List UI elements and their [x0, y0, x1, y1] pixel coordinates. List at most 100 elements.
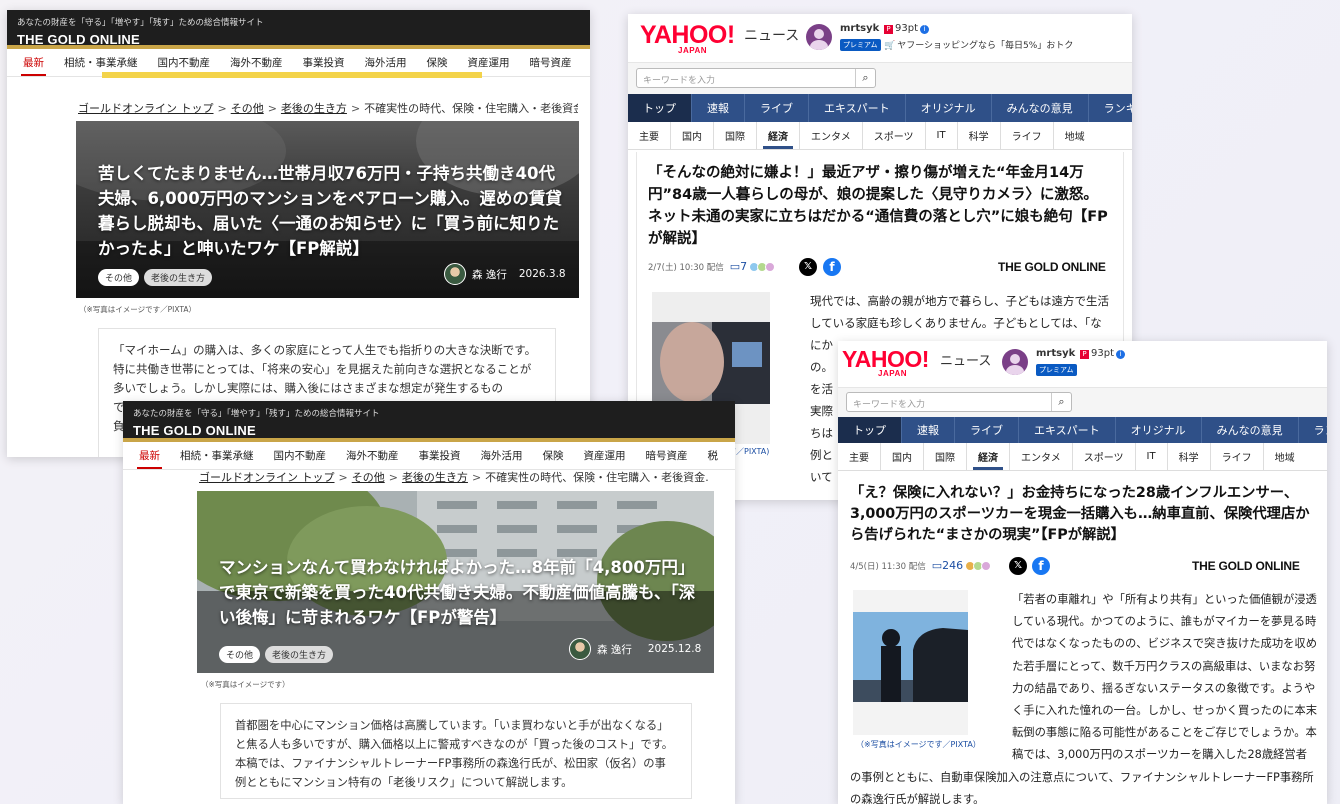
user-name-2[interactable]: mrtsyk: [1036, 348, 1075, 359]
tab-breaking[interactable]: 速報: [692, 94, 745, 122]
lead-box-2: 首都圏を中心にマンション価格は高騰しています。「いま買わないと手が出なくなる」と…: [220, 703, 692, 799]
author-1: 森 逸行 2026.3.8: [444, 263, 566, 285]
search-icon[interactable]: ⌕: [1051, 393, 1071, 411]
breadcrumb-sub[interactable]: 老後の生き方: [281, 102, 347, 115]
comment-count-3[interactable]: ▭7: [730, 260, 747, 273]
search-icon[interactable]: ⌕: [855, 69, 875, 87]
cat-life[interactable]: ライフ: [1211, 443, 1264, 470]
ad-strip: [102, 72, 482, 78]
news-label[interactable]: ニュース: [744, 25, 799, 45]
nav-overseas-use[interactable]: 海外活用: [471, 442, 533, 469]
breadcrumb-home[interactable]: ゴールドオンライン トップ: [199, 471, 335, 484]
nav-overseas-realestate[interactable]: 海外不動産: [336, 442, 409, 469]
points-2[interactable]: P 93pt i: [1080, 348, 1125, 359]
tag-retirement[interactable]: 老後の生き方: [144, 269, 213, 286]
user-avatar-2[interactable]: [1002, 349, 1028, 375]
tab-original[interactable]: オリジナル: [1116, 417, 1202, 443]
cat-domestic[interactable]: 国内: [671, 122, 714, 149]
cat-region[interactable]: 地域: [1054, 122, 1096, 149]
nav-latest[interactable]: 最新: [13, 49, 54, 76]
reaction-icons-2[interactable]: [965, 560, 992, 571]
article-title-2[interactable]: マンションなんて買わなければよかった…8年前「4,800万円」で東京で新築を買っ…: [219, 555, 697, 630]
tab-expert[interactable]: エキスパート: [809, 94, 906, 122]
nav-crypto[interactable]: 暗号資産: [520, 49, 582, 76]
nav-domestic-realestate[interactable]: 国内不動産: [264, 442, 337, 469]
tab-live[interactable]: ライブ: [745, 94, 809, 122]
breadcrumb-cat[interactable]: その他: [352, 471, 385, 484]
tab-breaking[interactable]: 速報: [902, 417, 955, 443]
article-title-1[interactable]: 苦しくてたまりません…世帯月収76万円・子持ち共働き40代夫婦、6,000万円の…: [98, 161, 568, 261]
info-icon[interactable]: i: [1116, 350, 1125, 359]
facebook-share-icon-2[interactable]: f: [1032, 557, 1050, 575]
category-tabs: 主要 国内 国際 経済 エンタメ スポーツ IT 科学 ライフ 地域: [628, 122, 1132, 150]
article-title-4[interactable]: 「え？保険に入れない？」お金持ちになった28歳インフルエンサー、3,000万円の…: [850, 483, 1316, 546]
cat-international[interactable]: 国際: [924, 443, 967, 470]
cat-international[interactable]: 国際: [714, 122, 757, 149]
nav-tax[interactable]: 税: [582, 49, 591, 76]
cat-science[interactable]: 科学: [958, 122, 1001, 149]
nav-tax[interactable]: 税: [698, 442, 729, 469]
source-brand-4[interactable]: THE GOLD ONLINE: [1192, 559, 1300, 573]
points[interactable]: P 93pt i: [884, 23, 929, 34]
tab-expert[interactable]: エキスパート: [1019, 417, 1116, 443]
x-share-icon[interactable]: 𝕏: [799, 258, 817, 276]
cat-it[interactable]: IT: [926, 122, 958, 149]
breadcrumb-cat[interactable]: その他: [231, 102, 264, 115]
cat-life[interactable]: ライフ: [1001, 122, 1054, 149]
tab-opinions[interactable]: みんなの意見: [992, 94, 1089, 122]
tag-other[interactable]: その他: [219, 646, 261, 663]
cat-science[interactable]: 科学: [1168, 443, 1211, 470]
yahoo-logo[interactable]: YAHOO! JAPAN: [640, 21, 735, 55]
tag-retirement[interactable]: 老後の生き方: [265, 646, 334, 663]
user-name[interactable]: mrtsyk: [840, 23, 879, 34]
author-name[interactable]: 森 逸行: [472, 267, 507, 282]
tab-opinions[interactable]: みんなの意見: [1202, 417, 1299, 443]
facebook-share-icon[interactable]: f: [823, 258, 841, 276]
tag-other[interactable]: その他: [98, 269, 140, 286]
cat-it[interactable]: IT: [1136, 443, 1168, 470]
search-input[interactable]: キーワードを入力 ⌕: [636, 68, 876, 88]
info-icon[interactable]: i: [920, 25, 929, 34]
cat-sports[interactable]: スポーツ: [1073, 443, 1136, 470]
comment-count-4[interactable]: ▭246: [932, 559, 963, 572]
tab-live[interactable]: ライブ: [955, 417, 1019, 443]
cat-main[interactable]: 主要: [838, 443, 881, 470]
breadcrumb-sub[interactable]: 老後の生き方: [402, 471, 468, 484]
x-share-icon-2[interactable]: 𝕏: [1009, 557, 1027, 575]
category-tabs-2: 主要 国内 国際 経済 エンタメ スポーツ IT 科学 ライフ 地域: [838, 443, 1327, 471]
nav-business-investment[interactable]: 事業投資: [409, 442, 471, 469]
reaction-icons[interactable]: [749, 261, 776, 272]
tab-top[interactable]: トップ: [628, 94, 692, 122]
tab-ranking[interactable]: ランキング: [1089, 94, 1132, 122]
nav-insurance[interactable]: 保険: [533, 442, 574, 469]
article-date-2: 2025.12.8: [647, 643, 702, 655]
breadcrumb-current: 不確実性の時代、保険・住宅購入・老後資金…: [364, 102, 578, 115]
news-label-2[interactable]: ニュース: [940, 350, 991, 369]
tab-original[interactable]: オリジナル: [906, 94, 992, 122]
gold-logo-2[interactable]: THE GOLD ONLINE: [123, 421, 735, 438]
yahoo-panel-2: YAHOO! JAPAN ニュース mrtsyk プレミアム P 93pt i キーワ…: [838, 341, 1327, 804]
search-input-2[interactable]: キーワードを入力 ⌕: [846, 392, 1072, 412]
cat-economy[interactable]: 経済: [757, 122, 800, 149]
cat-entertainment[interactable]: エンタメ: [1010, 443, 1073, 470]
user-avatar[interactable]: [806, 24, 832, 50]
nav-asset-management[interactable]: 資産運用: [574, 442, 636, 469]
shopping-promo[interactable]: 🛒 ヤフーショッピングなら「毎日5%」おトク: [884, 38, 1073, 51]
cat-region[interactable]: 地域: [1264, 443, 1306, 470]
article-title-3[interactable]: 「そんなの絶対に嫌よ！」最近アザ・擦り傷が増えた“年金月14万円”84歳一人暮ら…: [648, 162, 1108, 250]
cat-main[interactable]: 主要: [628, 122, 671, 149]
nav-latest[interactable]: 最新: [129, 442, 170, 469]
nav-inheritance[interactable]: 相続・事業承継: [170, 442, 264, 469]
yahoo-logo-2[interactable]: YAHOO! JAPAN: [842, 346, 929, 378]
gold-header-2: あなたの財産を「守る」「増やす」「残す」ための総合情報サイト THE GOLD …: [123, 401, 735, 442]
breadcrumb-home[interactable]: ゴールドオンライン トップ: [78, 102, 214, 115]
tab-ranking[interactable]: ランキング: [1299, 417, 1327, 443]
cat-entertainment[interactable]: エンタメ: [800, 122, 863, 149]
cat-economy[interactable]: 経済: [967, 443, 1010, 470]
cat-domestic[interactable]: 国内: [881, 443, 924, 470]
source-brand-3[interactable]: THE GOLD ONLINE: [998, 260, 1106, 274]
tab-top[interactable]: トップ: [838, 417, 902, 443]
nav-crypto[interactable]: 暗号資産: [636, 442, 698, 469]
cat-sports[interactable]: スポーツ: [863, 122, 926, 149]
author-name[interactable]: 森 逸行: [597, 642, 632, 657]
